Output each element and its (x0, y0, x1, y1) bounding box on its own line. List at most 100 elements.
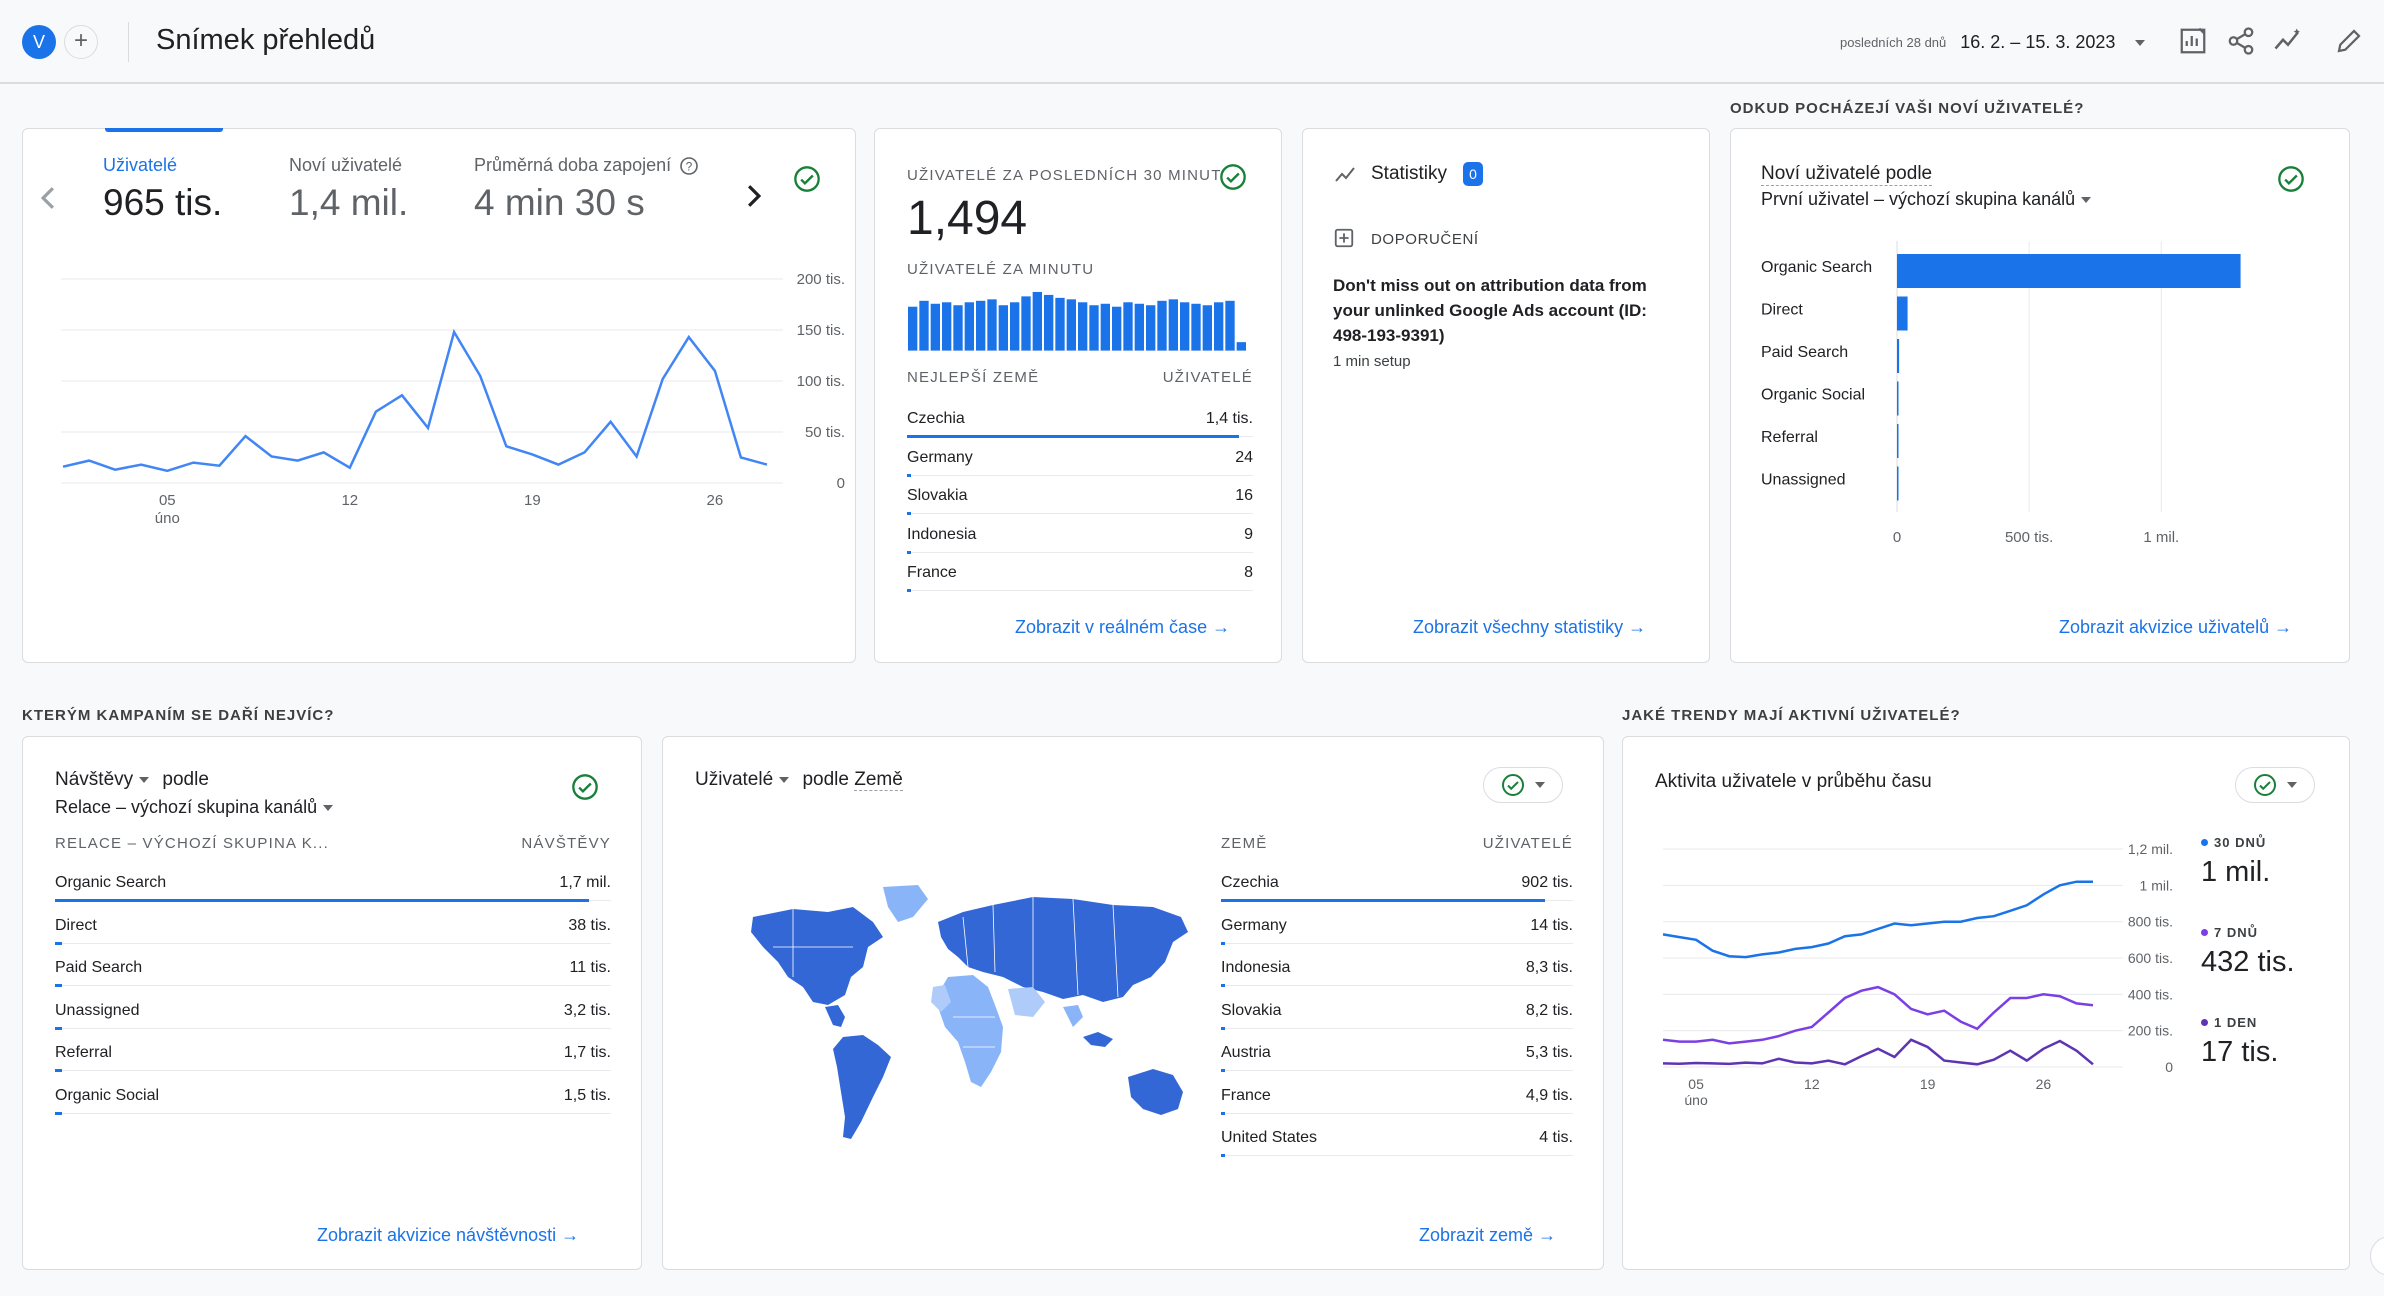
table-row[interactable]: United States 4 tis. (1221, 1118, 1573, 1157)
category-bar[interactable] (1897, 381, 1899, 416)
table-row[interactable]: Paid Search 11 tis. (55, 948, 612, 987)
help-icon[interactable]: ? (679, 156, 699, 176)
table-row[interactable]: Slovakia 16 (907, 476, 1253, 515)
table-row[interactable]: France 4,9 tis. (1221, 1076, 1573, 1115)
dimension-selector[interactable]: Relace – výchozí skupina kanálů (55, 797, 334, 818)
table-row[interactable]: Germany 14 tis. (1221, 906, 1573, 945)
minute-bar[interactable] (1236, 342, 1246, 351)
metric-selector[interactable]: Uživatelé podle Země (695, 769, 903, 791)
minute-bar[interactable] (1089, 305, 1099, 351)
minute-bar[interactable] (987, 299, 997, 351)
view-all-insights-link[interactable]: Zobrazit všechny statistiky → (1413, 617, 1646, 638)
table-row[interactable]: Czechia 1,4 tis. (907, 399, 1253, 438)
minute-bar[interactable] (998, 305, 1008, 351)
add-comparison-button[interactable]: + (64, 25, 98, 59)
minute-bar[interactable] (953, 305, 963, 351)
category-bar[interactable] (1897, 466, 1899, 501)
category-bar[interactable] (1897, 254, 2241, 288)
category-bar[interactable] (1897, 424, 1899, 458)
minute-bar[interactable] (1032, 291, 1042, 351)
row-value: 1,5 tis. (563, 1086, 611, 1104)
table-row[interactable]: Czechia 902 tis. (1221, 863, 1573, 902)
x-tick-sublabel: úno (1684, 1092, 1708, 1108)
y-tick-label: 400 tis. (2128, 986, 2173, 1002)
row-value: 11 tis. (569, 959, 612, 976)
dimension-label[interactable]: Země (854, 769, 903, 791)
minute-bar[interactable] (1078, 302, 1088, 351)
minute-bar[interactable] (976, 300, 986, 351)
customize-report-icon[interactable] (2178, 26, 2208, 56)
table-row[interactable]: Indonesia 9 (907, 515, 1253, 554)
table-row[interactable]: France 8 (907, 553, 1253, 592)
date-range-picker[interactable]: posledních 28 dnů 16. 2. – 15. 3. 2023 (1840, 32, 2146, 53)
view-realtime-link[interactable]: Zobrazit v reálném čase → (1015, 617, 1230, 638)
legend-label: 7 DNŮ (2201, 925, 2295, 940)
chevron-down-icon (2287, 782, 2297, 788)
insights-icon[interactable] (2272, 26, 2304, 56)
edit-icon[interactable] (2334, 26, 2364, 56)
minute-bar[interactable] (1123, 302, 1133, 351)
date-range-label: posledních 28 dnů (1840, 35, 1947, 50)
minute-bar[interactable] (1202, 305, 1212, 351)
share-icon[interactable] (2226, 26, 2256, 56)
metric-selector[interactable]: Návštěvy podle (55, 769, 209, 791)
chevron-right-icon[interactable] (743, 183, 765, 209)
category-bar[interactable] (1897, 339, 1900, 373)
minute-bar[interactable] (1055, 297, 1065, 351)
floating-action-button[interactable] (2370, 1236, 2384, 1276)
table-row[interactable]: Slovakia 8,2 tis. (1221, 991, 1573, 1030)
recommendation-text[interactable]: Don't miss out on attribution data from … (1333, 273, 1685, 348)
minute-bar[interactable] (1010, 302, 1020, 351)
chevron-left-icon[interactable] (37, 185, 59, 211)
table-row[interactable]: Indonesia 8,3 tis. (1221, 948, 1573, 987)
view-countries-link[interactable]: Zobrazit země → (1419, 1225, 1556, 1246)
table-row[interactable]: Unassigned 3,2 tis. (55, 991, 611, 1030)
minute-bar[interactable] (1021, 296, 1031, 351)
minute-bar[interactable] (908, 306, 918, 351)
minute-bar[interactable] (1214, 302, 1224, 351)
divider (128, 22, 129, 62)
view-traffic-acquisition-link[interactable]: Zobrazit akvizice návštěvnosti → (317, 1225, 579, 1246)
y-tick-label: 100 tis. (797, 373, 845, 390)
metric-tab-new-users[interactable]: Noví uživatelé 1,4 mil. (289, 155, 408, 224)
minute-bar[interactable] (1044, 294, 1054, 351)
minute-bar[interactable] (1168, 299, 1178, 351)
minute-bar[interactable] (919, 300, 929, 351)
minute-bar[interactable] (1134, 303, 1144, 351)
minute-bar[interactable] (1100, 303, 1110, 351)
category-bar[interactable] (1897, 296, 1908, 331)
minute-bar[interactable] (1225, 300, 1235, 351)
minute-bar[interactable] (942, 302, 952, 351)
view-user-acquisition-link[interactable]: Zobrazit akvizice uživatelů → (2059, 617, 2292, 638)
minute-bar[interactable] (1146, 305, 1156, 351)
table-row[interactable]: Organic Search 1,7 mil. (55, 863, 611, 902)
minute-bar[interactable] (930, 303, 940, 351)
table-row[interactable]: Organic Social 1,5 tis. (55, 1076, 611, 1115)
table-row[interactable]: Austria 5,3 tis. (1221, 1033, 1573, 1072)
avatar[interactable]: V (22, 25, 56, 59)
minute-bar[interactable] (1191, 303, 1201, 351)
status-dropdown[interactable] (2235, 767, 2315, 803)
metric-tab-engagement-time[interactable]: Průměrná doba zapojení ? 4 min 30 s (474, 155, 699, 224)
check-circle-icon (572, 774, 598, 800)
minute-bar[interactable] (964, 302, 974, 351)
minute-bar[interactable] (1157, 300, 1167, 351)
col-header-sessions: NÁVŠTĚVY (521, 835, 611, 852)
dimension-selector[interactable]: První uživatel – výchozí skupina kanálů (1761, 189, 2092, 210)
table-row[interactable]: Direct 38 tis. (55, 906, 611, 945)
minute-bar[interactable] (1112, 306, 1122, 351)
metric-tab-users[interactable]: Uživatelé 965 tis. (103, 155, 222, 224)
y-tick-label: 1 mil. (2140, 877, 2173, 893)
minute-bar[interactable] (1066, 299, 1076, 351)
status-dropdown[interactable] (1483, 767, 1563, 803)
dimension-label: První uživatel – výchozí skupina kanálů (1761, 189, 2076, 209)
row-value: 5,3 tis. (1525, 1044, 1573, 1061)
table-row[interactable]: Germany 24 (907, 438, 1253, 477)
recommendation-icon (1334, 228, 1354, 248)
minute-bar[interactable] (1180, 302, 1190, 351)
row-value: 1,7 tis. (563, 1044, 611, 1061)
world-map[interactable] (733, 877, 1203, 1177)
link-label: Zobrazit v reálném čase (1015, 617, 1208, 637)
section-title-new-users: ODKUD POCHÁZEJÍ VAŠI NOVÍ UŽIVATELÉ? (1730, 100, 2085, 117)
table-row[interactable]: Referral 1,7 tis. (55, 1033, 611, 1072)
